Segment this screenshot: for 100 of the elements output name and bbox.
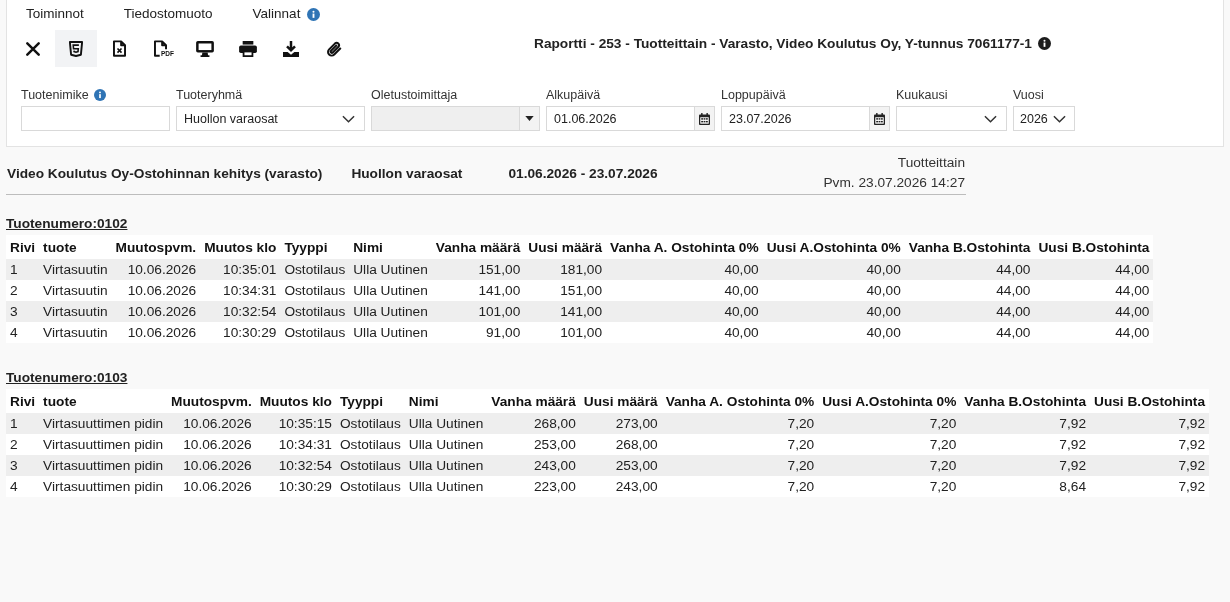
chevron-down-icon xyxy=(984,114,997,123)
column-header: Uusi määrä xyxy=(579,389,662,413)
shield-icon[interactable] xyxy=(69,40,83,57)
table-cell: 2 xyxy=(6,280,40,301)
calendar-button[interactable] xyxy=(694,107,714,130)
menu-item[interactable]: Valinnat xyxy=(252,6,301,22)
table-cell: 7,92 xyxy=(1090,413,1210,434)
table-cell: Ulla Uutinen xyxy=(404,476,488,497)
table-cell: Ulla Uutinen xyxy=(349,259,432,280)
print-date-text: Pvm. 23.07.2026 14:27 xyxy=(823,174,965,192)
table-cell: 3 xyxy=(6,301,40,322)
column-header: Muutos klo xyxy=(255,389,336,413)
column-header: tuote xyxy=(39,235,112,259)
table-cell: 10:32:54 xyxy=(255,455,336,476)
table-cell: 91,00 xyxy=(431,322,525,343)
table-cell: 44,00 xyxy=(904,259,1035,280)
table-cell: 7,20 xyxy=(818,413,961,434)
chevron-down-icon xyxy=(1052,114,1066,123)
table-cell: 40,00 xyxy=(762,322,905,343)
html-export-button[interactable] xyxy=(55,30,97,67)
table-cell: 151,00 xyxy=(524,280,607,301)
table-cell: 1 xyxy=(6,413,40,434)
table-cell: 10.06.2026 xyxy=(111,322,201,343)
section-title: Tuotenumero:0103 xyxy=(6,370,128,386)
table-cell: 44,00 xyxy=(1034,280,1154,301)
table-cell: 10:30:29 xyxy=(200,322,281,343)
table-cell: 253,00 xyxy=(579,455,662,476)
table-cell: Ostotilaus xyxy=(280,259,350,280)
select-field[interactable] xyxy=(896,106,1007,131)
select-field[interactable]: 2026 xyxy=(1013,106,1075,131)
table-cell: 7,20 xyxy=(818,455,961,476)
column-header: Uusi B.Ostohinta xyxy=(1090,389,1210,413)
table-cell: 40,00 xyxy=(606,301,763,322)
table-cell: Ostotilaus xyxy=(280,280,350,301)
table-cell: 10:35:15 xyxy=(255,413,336,434)
table-cell: 44,00 xyxy=(904,301,1035,322)
table-cell: 268,00 xyxy=(579,434,662,455)
table-cell: 8,64 xyxy=(960,476,1090,497)
table-cell: Ulla Uutinen xyxy=(404,413,488,434)
table-cell: 7,20 xyxy=(661,455,819,476)
table-cell: Ulla Uutinen xyxy=(349,280,432,301)
close-icon[interactable] xyxy=(26,41,40,56)
table-cell: Ulla Uutinen xyxy=(349,322,432,343)
table-cell: 10.06.2026 xyxy=(111,259,201,280)
table-cell: 44,00 xyxy=(1034,322,1154,343)
menu-item[interactable]: Tiedostomuoto xyxy=(123,6,213,22)
select-field[interactable]: Huollon varaosat xyxy=(176,106,365,131)
column-header: Nimi xyxy=(349,235,432,259)
calendar-icon[interactable] xyxy=(874,112,885,125)
table-cell: 141,00 xyxy=(524,301,607,322)
download-icon[interactable] xyxy=(283,40,299,57)
column-header: Muutospvm. xyxy=(111,235,201,259)
monitor-icon[interactable] xyxy=(196,40,214,57)
table-cell: 7,92 xyxy=(1090,476,1210,497)
table-cell: Ostotilaus xyxy=(335,476,405,497)
text-field[interactable] xyxy=(21,106,170,131)
menu-item[interactable]: Toiminnot xyxy=(26,6,84,22)
file-x-icon[interactable] xyxy=(112,40,126,57)
table-cell: Ulla Uutinen xyxy=(349,301,432,322)
date-field[interactable]: 23.07.2026 xyxy=(721,106,890,131)
table-cell: 7,20 xyxy=(818,434,961,455)
table-cell: Virtasuuttimen pidin xyxy=(39,476,168,497)
table-cell: Virtasuutin xyxy=(39,259,112,280)
table-cell: 243,00 xyxy=(487,455,580,476)
table-cell: 101,00 xyxy=(431,301,525,322)
table-cell: 3 xyxy=(6,455,40,476)
column-header: Uusi A.Ostohinta 0% xyxy=(818,389,961,413)
paperclip-icon[interactable] xyxy=(326,40,342,57)
table-cell: Ostotilaus xyxy=(335,455,405,476)
column-header: Nimi xyxy=(404,389,488,413)
table-cell: 10.06.2026 xyxy=(167,413,256,434)
chevron-down-icon xyxy=(342,114,355,123)
table-cell: 7,92 xyxy=(1090,434,1210,455)
table-cell: Virtasuutin xyxy=(39,280,112,301)
table-cell: 40,00 xyxy=(606,280,763,301)
column-header: Vanha B.Ostohinta xyxy=(904,235,1035,259)
column-header: Vanha B.Ostohinta xyxy=(960,389,1090,413)
table-cell: 7,20 xyxy=(818,476,961,497)
table-cell: 101,00 xyxy=(524,322,607,343)
report-type-text: Tuotteittain xyxy=(897,154,965,172)
table-cell: 44,00 xyxy=(1034,301,1154,322)
calendar-icon[interactable] xyxy=(699,112,710,125)
table-cell: 40,00 xyxy=(606,259,763,280)
table-cell: 10.06.2026 xyxy=(167,455,256,476)
table-cell: 44,00 xyxy=(904,322,1035,343)
table-cell: 10:30:29 xyxy=(255,476,336,497)
table-cell: 40,00 xyxy=(606,322,763,343)
calendar-button[interactable] xyxy=(869,107,889,130)
table-cell: 223,00 xyxy=(487,476,580,497)
table-cell: 10:34:31 xyxy=(200,280,281,301)
caret-down-icon xyxy=(525,116,534,121)
table-cell: 7,20 xyxy=(661,413,819,434)
print-icon[interactable] xyxy=(239,40,257,57)
column-header: Rivi xyxy=(6,235,40,259)
table-cell: 40,00 xyxy=(762,301,905,322)
column-header: Tyyppi xyxy=(280,235,350,259)
field-label: Oletustoimittaja xyxy=(371,87,458,102)
table-cell: 273,00 xyxy=(579,413,662,434)
table-cell: 243,00 xyxy=(579,476,662,497)
date-field[interactable]: 01.06.2026 xyxy=(546,106,715,131)
